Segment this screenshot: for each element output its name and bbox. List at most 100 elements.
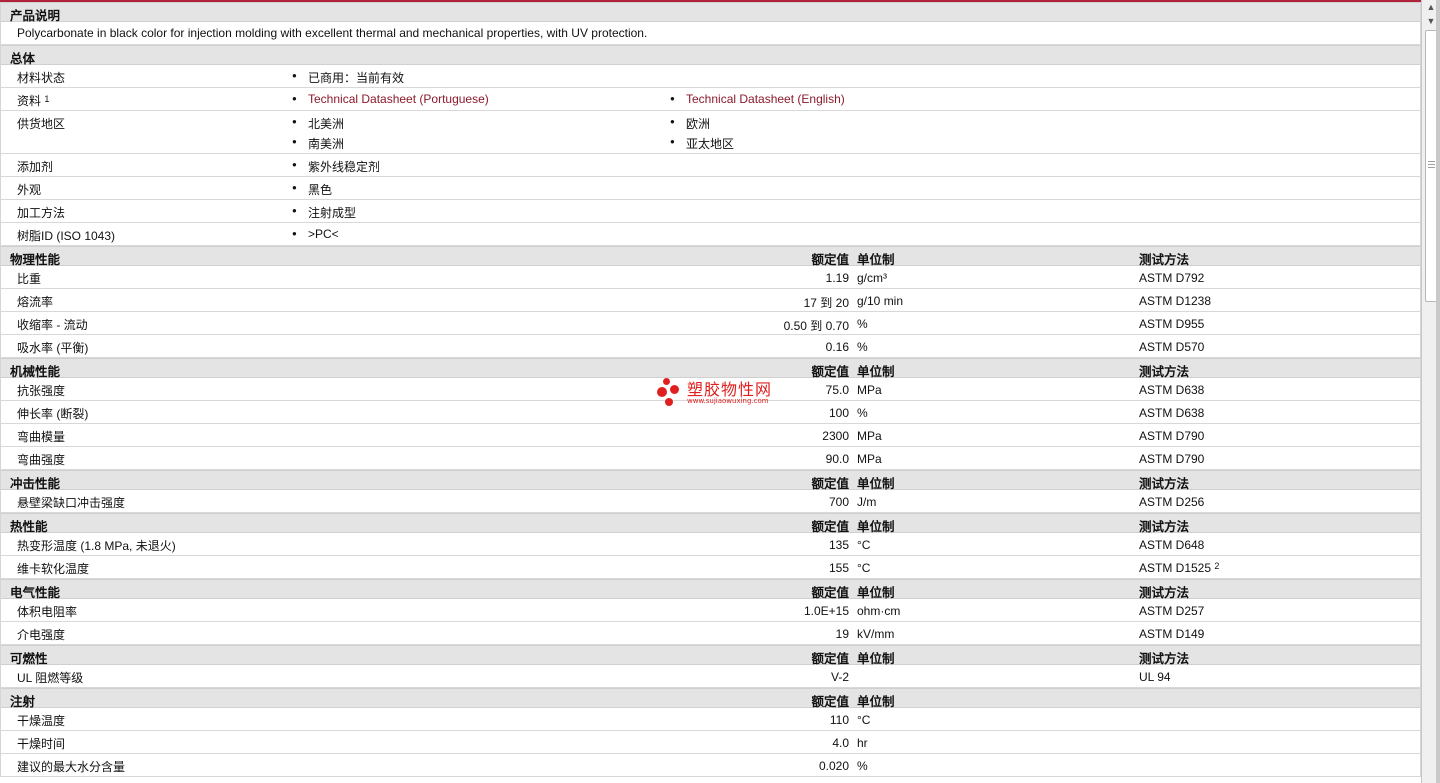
property-label: 熔流率 (17, 295, 54, 309)
row-label: 树脂ID (ISO 1043) (17, 229, 116, 243)
grip-line (1428, 161, 1435, 162)
doc-item: Technical Datasheet (English) (670, 92, 845, 106)
property-label: 弯曲强度 (17, 453, 66, 467)
test-method-text: ASTM D638 (1139, 406, 1205, 420)
property-label: 吸水率 (平衡) (17, 341, 89, 355)
property-label: 体积电阻率 (17, 605, 78, 619)
property-unit: J/m (857, 495, 877, 509)
region-item: 欧洲 (670, 115, 710, 132)
test-method-text: ASTM D257 (1139, 604, 1205, 618)
property-row: 建议的最大水分含量 0.020% (1, 754, 1420, 777)
row-label: 材料状态 (17, 71, 66, 85)
property-test-method: ASTM D638 (1139, 383, 1204, 397)
section-header-physical: 物理性能 额定值 单位制 测试方法 (1, 246, 1420, 267)
property-unit: MPa (857, 429, 882, 443)
footnote-ref: 2 (1214, 561, 1220, 571)
process-value: 注射成型 (292, 204, 356, 221)
property-value: 0.16 (825, 340, 849, 354)
property-label: 维卡软化温度 (17, 562, 90, 576)
property-label: 比重 (17, 272, 42, 286)
property-value: 155 (828, 561, 849, 575)
property-row: 干燥时间 4.0 hr (1, 731, 1420, 754)
test-method-text: ASTM D149 (1139, 627, 1205, 641)
property-unit: % (857, 406, 868, 420)
property-value: 4.0 (832, 736, 849, 750)
property-row: 熔流率 17 到 20 g/10 min ASTM D1238 (1, 289, 1420, 312)
property-test-method: ASTM D792 (1139, 271, 1204, 285)
product-description: Polycarbonate in black color for injecti… (17, 26, 648, 40)
property-row: 吸水率 (平衡) 0.16% ASTM D570 (1, 335, 1420, 358)
property-row: 弯曲模量 2300 MPa ASTM D790 (1, 424, 1420, 447)
property-unit: °C (857, 561, 871, 575)
property-unit: g/10 min (857, 294, 904, 308)
property-unit: hr (857, 736, 868, 750)
test-method-text: ASTM D1238 (1139, 294, 1212, 308)
material-status-value: 已商用：当前有效 (292, 69, 404, 86)
property-value: 75.0 (825, 383, 849, 397)
property-unit: % (857, 317, 868, 331)
property-value: 135 (828, 538, 849, 552)
property-value: 1.0E+15 (803, 604, 849, 618)
property-label: 介电强度 (17, 628, 66, 642)
row-additive: 添加剂 紫外线稳定剂 (1, 154, 1420, 177)
region-item: 南美洲 (292, 135, 344, 152)
property-unit: MPa (857, 383, 882, 397)
section-header-flammability: 可燃性 额定值 单位制 测试方法 (1, 645, 1420, 666)
property-row: 伸长率 (断裂) 100% ASTM D638 (1, 401, 1420, 424)
property-label: 建议的最大水分含量 (17, 760, 126, 774)
resin-value: >PC< (292, 227, 339, 241)
datasheet-portuguese-link[interactable]: Technical Datasheet (Portuguese) (308, 92, 489, 106)
appearance-value: 黑色 (292, 181, 332, 198)
row-appearance: 外观 黑色 (1, 177, 1420, 200)
footnote-ref: 1 (44, 94, 50, 104)
property-value: 0.50 到 0.70 (783, 319, 849, 333)
property-value: 700 (828, 495, 849, 509)
property-value: 90.0 (825, 452, 849, 466)
window-edge (1436, 0, 1440, 783)
row-documents: 资料 1 Technical Datasheet (Portuguese) Te… (1, 88, 1420, 111)
property-unit: kV/mm (857, 627, 895, 641)
property-row: 比重 1.19 g/cm³ ASTM D792 (1, 266, 1420, 289)
section-header-impact: 冲击性能 额定值 单位制 测试方法 (1, 470, 1420, 491)
property-label: 热变形温度 (1.8 MPa, 未退火) (17, 539, 176, 553)
property-row: 悬壁梁缺口冲击强度 700 J/m ASTM D256 (1, 490, 1420, 513)
section-header-thermal: 热性能 额定值 单位制 测试方法 (1, 513, 1420, 534)
property-test-method: ASTM D1238 (1139, 294, 1211, 308)
section-header-mechanical: 机械性能 额定值 单位制 测试方法 (1, 358, 1420, 379)
row-process: 加工方法 注射成型 (1, 200, 1420, 223)
row-material-status: 材料状态 已商用：当前有效 (1, 65, 1420, 88)
section-header-product: 产品说明 (1, 2, 1420, 23)
section-header-electrical: 电气性能 额定值 单位制 测试方法 (1, 579, 1420, 600)
property-test-method: ASTM D570 (1139, 340, 1204, 354)
property-test-method: ASTM D1525 2 (1139, 561, 1219, 575)
property-row: UL 阻燃等级 V-2 UL 94 (1, 665, 1420, 688)
property-unit: % (857, 759, 868, 773)
grip-line (1428, 164, 1435, 165)
row-label: 资料 1 (17, 94, 50, 108)
property-label: 弯曲模量 (17, 430, 66, 444)
property-row: 抗张强度 75.0 MPa ASTM D638 (1, 378, 1420, 401)
property-value: V-2 (830, 670, 849, 684)
property-unit: % (857, 340, 868, 354)
property-label: 悬壁梁缺口冲击强度 (17, 496, 126, 510)
property-value: 2300 (822, 429, 849, 443)
property-unit: °C (857, 713, 871, 727)
test-method-text: UL 94 (1139, 670, 1171, 684)
datasheet-table: 产品说明 Polycarbonate in black color for in… (0, 2, 1421, 777)
test-method-text: ASTM D790 (1139, 429, 1205, 443)
property-test-method: ASTM D790 (1139, 452, 1204, 466)
property-test-method: ASTM D149 (1139, 627, 1204, 641)
test-method-text: ASTM D256 (1139, 495, 1205, 509)
test-method-text: ASTM D570 (1139, 340, 1205, 354)
datasheet-page: 产品说明 Polycarbonate in black color for in… (0, 0, 1421, 783)
property-label: 干燥温度 (17, 714, 66, 728)
section-header-general: 总体 (1, 45, 1420, 66)
property-value: 1.19 (825, 271, 849, 285)
property-value: 100 (828, 406, 849, 420)
datasheet-english-link[interactable]: Technical Datasheet (English) (686, 92, 845, 106)
property-row: 介电强度 19 kV/mm ASTM D149 (1, 622, 1420, 645)
test-method-text: ASTM D1525 (1139, 561, 1212, 575)
region-item: 北美洲 (292, 115, 344, 132)
property-test-method: ASTM D648 (1139, 538, 1204, 552)
test-method-text: ASTM D792 (1139, 271, 1205, 285)
